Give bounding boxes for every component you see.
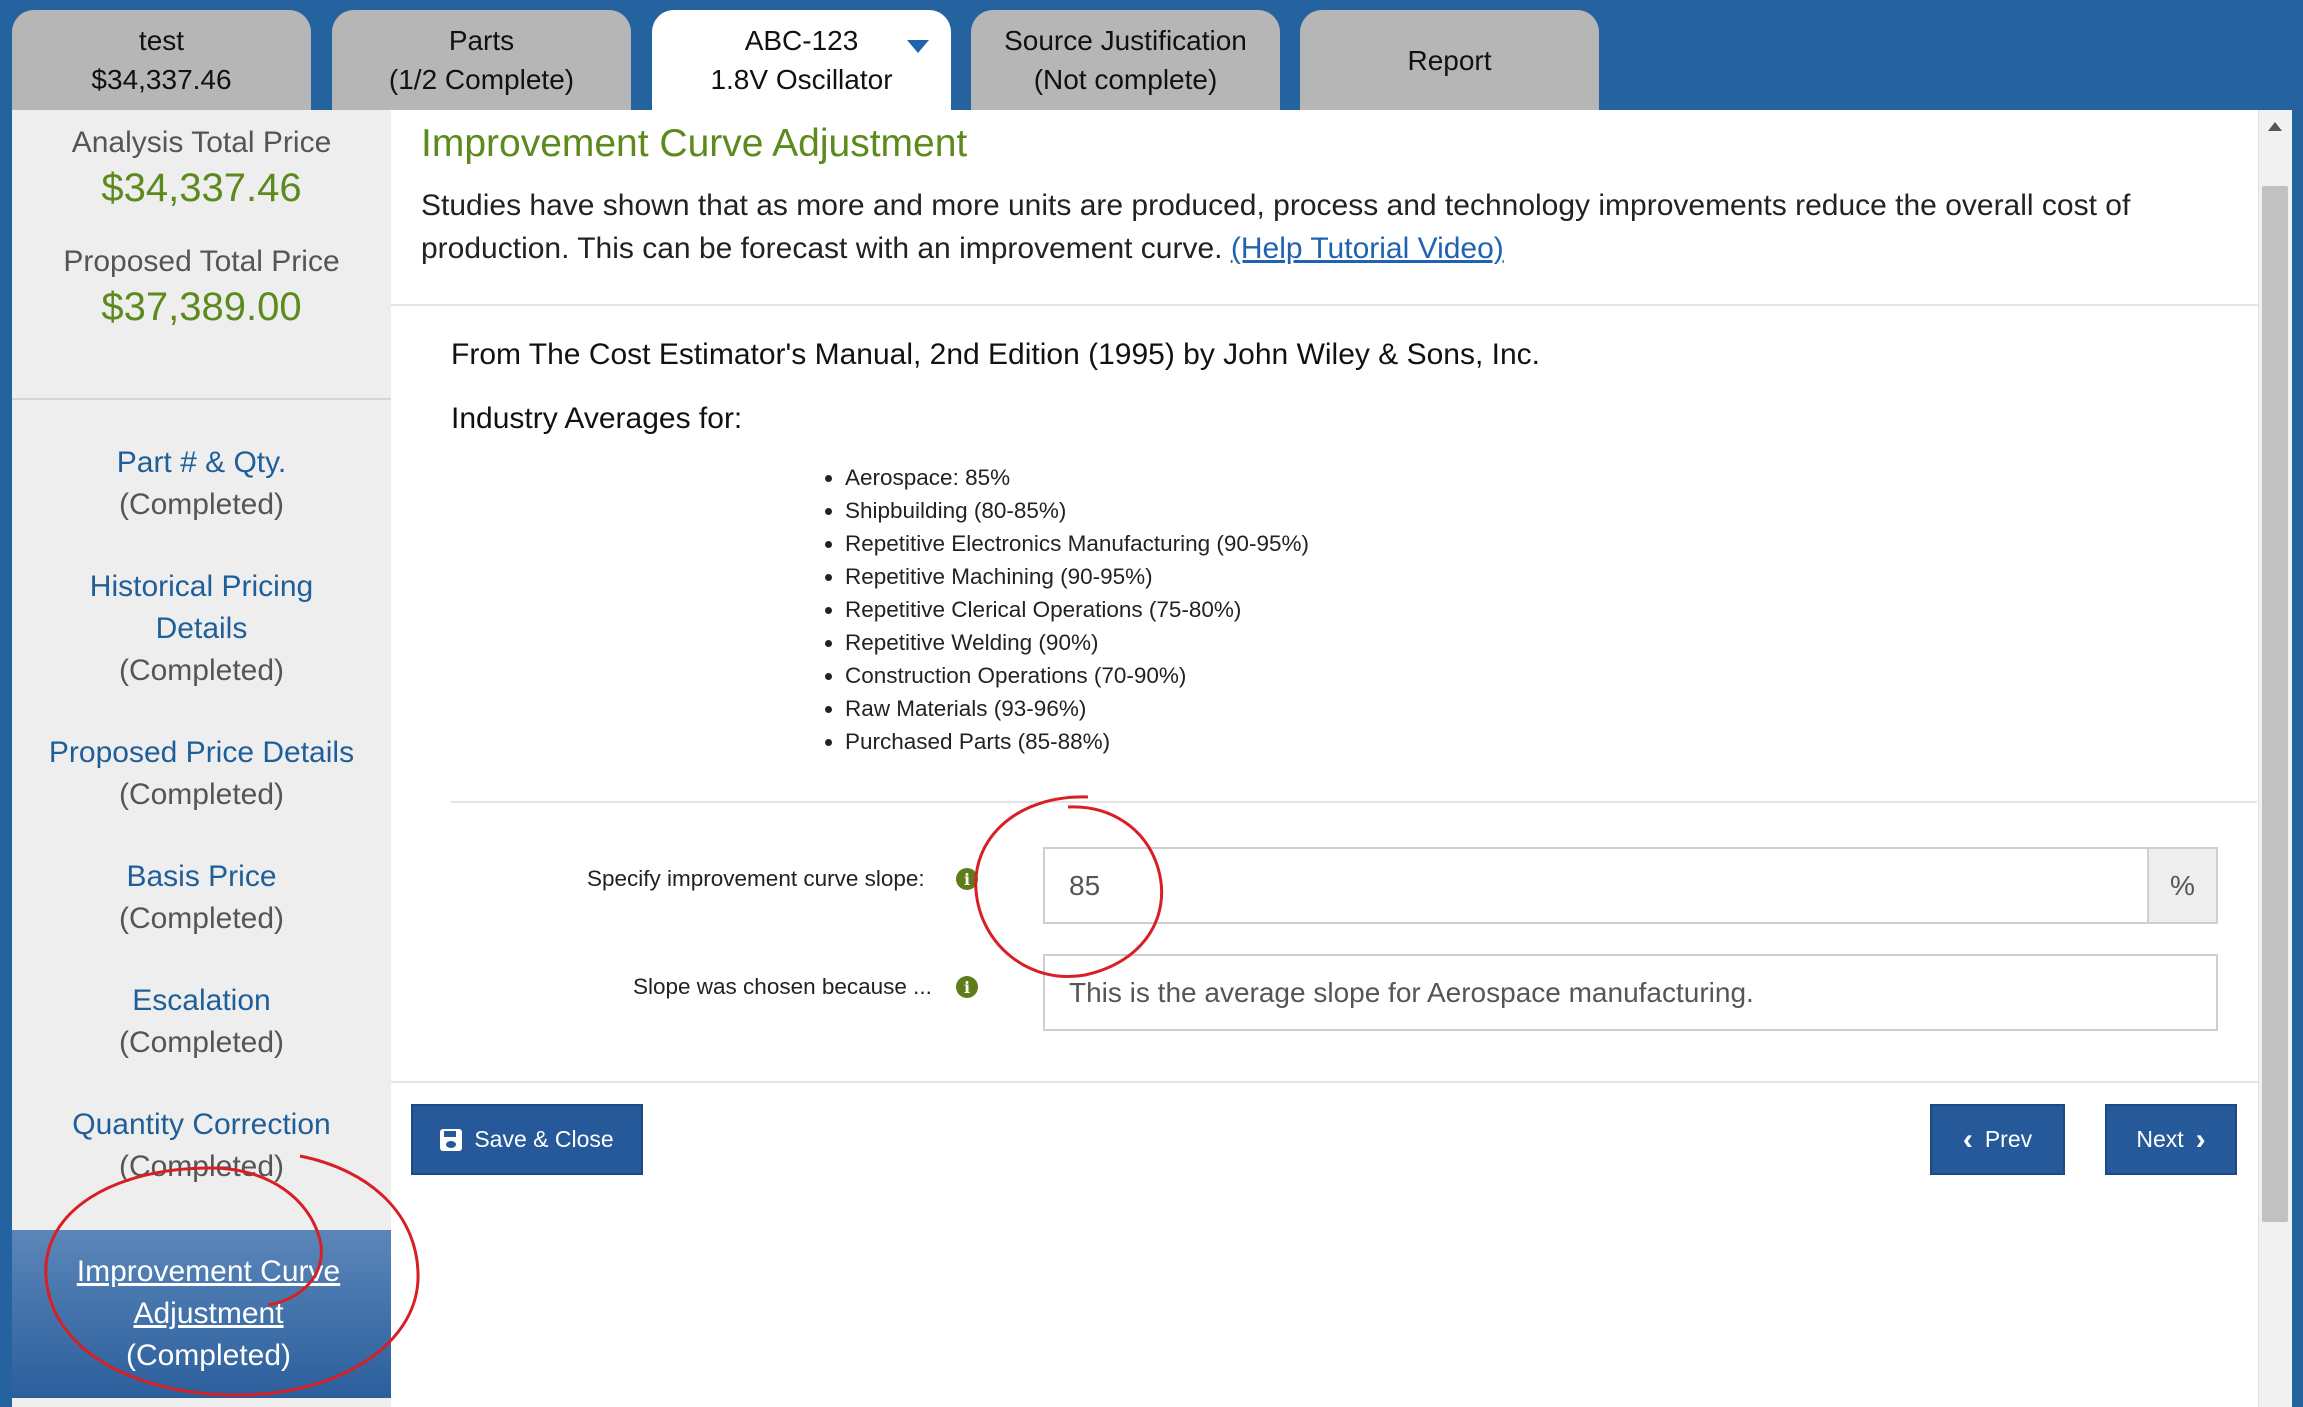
sidebar-item-status: (Completed) (118, 1150, 285, 1183)
caret-down-icon[interactable] (907, 40, 929, 53)
list-item: Raw Materials (93-96%) (845, 692, 1309, 725)
tab-analysis-test[interactable]: test $34,337.46 (12, 10, 311, 110)
sidebar-item-status: (Completed) (118, 778, 285, 811)
tab-report[interactable]: Report (1300, 10, 1599, 110)
proposed-total-label: Proposed Total Price (63, 245, 340, 278)
main-panel: Improvement Curve Adjustment Studies hav… (391, 110, 2258, 1407)
sidebar-item-status: (Completed) (118, 488, 285, 521)
tab-title: test (138, 25, 185, 56)
sidebar-item-status: (Completed) (118, 654, 285, 687)
percent-addon: % (2149, 847, 2218, 924)
save-close-label: Save & Close (474, 1126, 614, 1152)
list-item: Aerospace: 85% (845, 461, 1309, 494)
analysis-total-value: $34,337.46 (101, 166, 302, 210)
sidebar-item-escalation[interactable]: Escalation (Completed) (12, 980, 391, 1064)
list-item: Repetitive Electronics Manufacturing (90… (845, 527, 1309, 560)
sidebar-item-title[interactable]: Improvement Curve (12, 1251, 405, 1293)
slope-input[interactable]: 85 (1043, 847, 2149, 924)
scrollbar[interactable] (2258, 110, 2292, 1407)
sidebar-item-historical-pricing[interactable]: Historical Pricing Details (Completed) (12, 566, 391, 692)
intro-text: Studies have shown that as more and more… (421, 184, 2201, 270)
tab-title: Parts (448, 25, 515, 56)
sidebar-item-proposed-price[interactable]: Proposed Price Details (Completed) (12, 732, 391, 816)
prev-label: Prev (1984, 1126, 2033, 1152)
tab-title: Source Justification (1004, 25, 1247, 56)
divider (391, 304, 2258, 306)
source-citation: From The Cost Estimator's Manual, 2nd Ed… (451, 338, 1540, 371)
reason-input[interactable]: This is the average slope for Aerospace … (1043, 954, 2218, 1031)
analysis-total-label: Analysis Total Price (71, 126, 332, 159)
proposed-total-value: $37,389.00 (101, 285, 302, 329)
tab-title: Report (1407, 44, 1492, 76)
sidebar-item-status: (Completed) (118, 902, 285, 935)
tab-subtitle: (Not complete) (1033, 64, 1218, 95)
price-totals: Analysis Total Price $34,337.46 Proposed… (12, 110, 391, 400)
tab-part-abc-123[interactable]: ABC-123 1.8V Oscillator (652, 10, 951, 110)
tab-title: ABC-123 (744, 25, 859, 56)
top-tab-bar: test $34,337.46 Parts (1/2 Complete) ABC… (0, 0, 2303, 110)
list-item: Repetitive Clerical Operations (75-80%) (845, 593, 1309, 626)
list-item: Repetitive Machining (90-95%) (845, 560, 1309, 593)
sidebar-item-improvement-curve[interactable]: Improvement Curve Adjustment (Completed) (12, 1230, 405, 1398)
info-icon[interactable]: i (956, 976, 978, 998)
tab-parts[interactable]: Parts (1/2 Complete) (332, 10, 631, 110)
reason-label: Slope was chosen because ... (633, 974, 932, 999)
industry-averages-list: Aerospace: 85% Shipbuilding (80-85%) Rep… (823, 461, 1309, 758)
prev-button[interactable]: ‹ Prev (1930, 1104, 2065, 1175)
sidebar-item-title[interactable]: Proposed Price Details (12, 732, 391, 774)
tab-subtitle: (1/2 Complete) (388, 64, 575, 95)
save-icon (440, 1128, 463, 1151)
sidebar-item-quantity-correction[interactable]: Quantity Correction (Completed) (12, 1104, 391, 1188)
sidebar-item-title[interactable]: Escalation (12, 980, 391, 1022)
chevron-right-icon: › (2195, 1122, 2206, 1156)
divider (391, 1081, 2258, 1083)
tab-subtitle: 1.8V Oscillator (710, 64, 893, 95)
sidebar-item-title[interactable]: Details (12, 608, 391, 650)
industry-averages-heading: Industry Averages for: (451, 402, 743, 435)
sidebar-item-title[interactable]: Adjustment (12, 1293, 405, 1335)
sidebar: Analysis Total Price $34,337.46 Proposed… (12, 110, 405, 1407)
page-title: Improvement Curve Adjustment (421, 122, 968, 165)
sidebar-item-title[interactable]: Basis Price (12, 856, 391, 898)
info-icon[interactable]: i (956, 868, 978, 890)
divider (451, 801, 2257, 803)
chevron-left-icon: ‹ (1962, 1122, 1973, 1156)
tab-source-justification[interactable]: Source Justification (Not complete) (971, 10, 1280, 110)
scrollbar-thumb[interactable] (2262, 186, 2288, 1222)
help-tutorial-link[interactable]: (Help Tutorial Video) (1231, 232, 1504, 265)
save-close-button[interactable]: Save & Close (411, 1104, 643, 1175)
list-item: Construction Operations (70-90%) (845, 659, 1309, 692)
scroll-up-arrow-icon[interactable] (2268, 122, 2282, 131)
sidebar-item-status: (Completed) (118, 1026, 285, 1059)
tab-subtitle: $34,337.46 (91, 64, 232, 95)
list-item: Repetitive Welding (90%) (845, 626, 1309, 659)
sidebar-item-title[interactable]: Quantity Correction (12, 1104, 391, 1146)
sidebar-item-basis-price[interactable]: Basis Price (Completed) (12, 856, 391, 940)
next-label: Next (2136, 1126, 2184, 1152)
sidebar-item-title[interactable]: Part # & Qty. (12, 442, 391, 484)
sidebar-item-part-qty[interactable]: Part # & Qty. (Completed) (12, 442, 391, 526)
sidebar-item-title[interactable]: Historical Pricing (12, 566, 391, 608)
list-item: Shipbuilding (80-85%) (845, 494, 1309, 527)
next-button[interactable]: Next › (2105, 1104, 2237, 1175)
sidebar-item-status: (Completed) (125, 1339, 292, 1372)
list-item: Purchased Parts (85-88%) (845, 725, 1309, 758)
slope-label: Specify improvement curve slope: (587, 866, 925, 891)
